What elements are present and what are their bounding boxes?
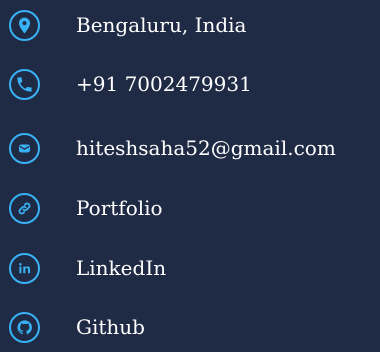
linkedin-link[interactable]: LinkedIn [76,258,166,278]
contact-list: Bengaluru, India +91 7002479931 hiteshsa… [0,0,380,343]
linkedin-icon[interactable] [9,252,40,284]
github-link[interactable]: Github [76,317,145,337]
location-text: Bengaluru, India [76,13,247,37]
email-icon[interactable] [9,132,40,164]
email-text[interactable]: hiteshsaha52@gmail.com [76,138,336,158]
location-pin-icon [9,9,40,41]
portfolio-link[interactable]: Portfolio [76,198,163,218]
phone-icon[interactable] [9,68,40,100]
phone-text[interactable]: +91 7002479931 [76,74,252,94]
github-icon[interactable] [9,311,40,343]
link-icon[interactable] [9,192,40,224]
